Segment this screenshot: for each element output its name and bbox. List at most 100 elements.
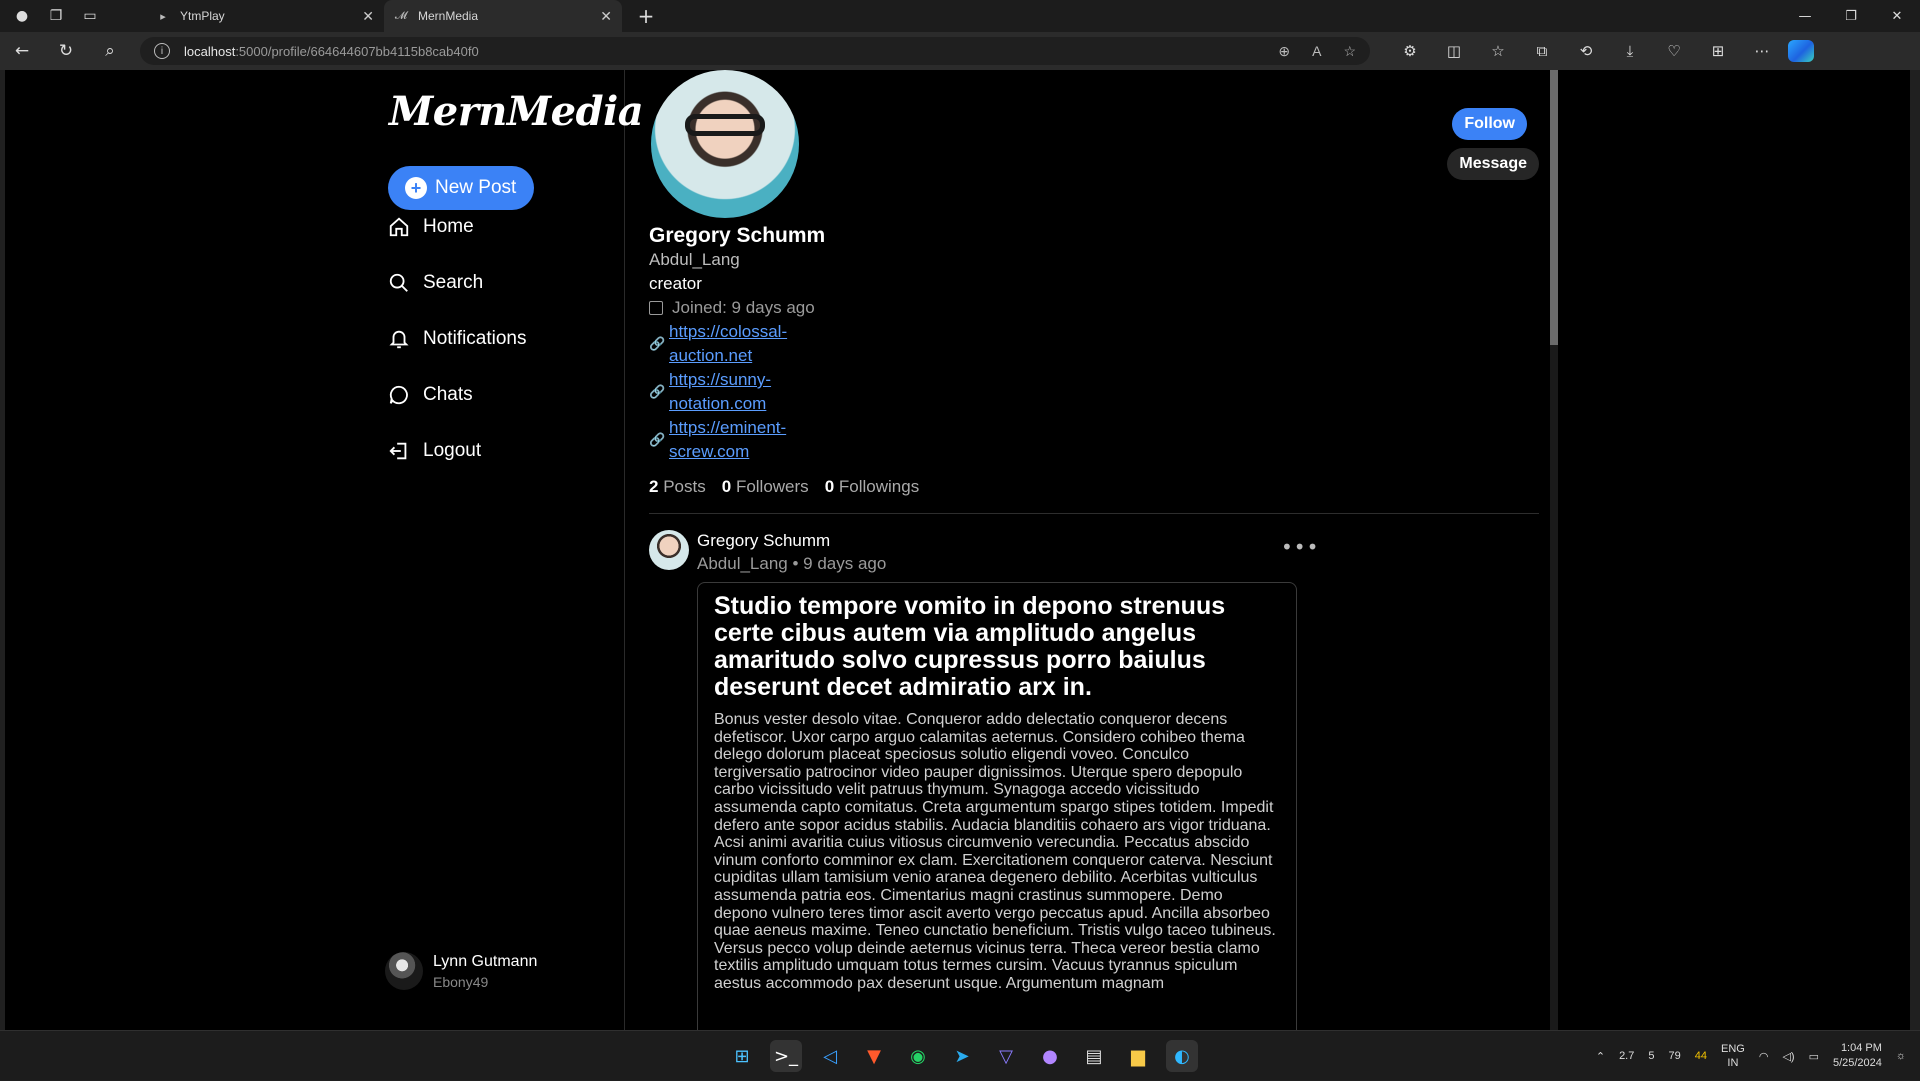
terminal-icon[interactable]: >_	[770, 1040, 802, 1072]
avatar[interactable]	[649, 530, 689, 570]
proton-vpn-icon[interactable]: ▽	[990, 1040, 1022, 1072]
whatsapp-icon[interactable]: ◉	[902, 1040, 934, 1072]
system-tray: ⌃ 2.7 5 79 44 ENG IN ◠ ◁) ▭ 1:04 PM 5/25/2…	[1596, 1031, 1906, 1081]
new-post-button[interactable]: + New Post	[388, 166, 534, 210]
tab-title: YtmPlay	[180, 9, 225, 23]
profile-joined: Joined: 9 days ago	[649, 298, 815, 318]
site-info-icon[interactable]: i	[154, 43, 170, 59]
clock[interactable]: 1:04 PM 5/25/2024	[1833, 1041, 1882, 1071]
search-icon[interactable]: ⌕	[88, 41, 132, 61]
more-options-icon[interactable]: •••	[1281, 535, 1319, 559]
followings-stat[interactable]: 0 Followings	[825, 477, 920, 497]
sidebar-item-logout[interactable]: Logout	[388, 440, 481, 462]
sidebar-item-chats[interactable]: Chats	[388, 384, 473, 406]
battery-icon[interactable]: ▭	[1809, 1050, 1819, 1063]
sidebar-item-search[interactable]: Search	[388, 272, 483, 294]
tray-value: 2.7	[1619, 1050, 1635, 1062]
bell-icon	[389, 330, 409, 349]
ytmplay-favicon-icon: ▸	[160, 10, 166, 23]
downloads-icon[interactable]: ⤓	[1608, 42, 1652, 60]
vscode-icon[interactable]: ◁	[814, 1040, 846, 1072]
tab-title: MernMedia	[418, 9, 479, 23]
favorite-star-icon[interactable]: ☆	[1343, 43, 1356, 60]
logout-icon	[389, 442, 407, 460]
github-icon[interactable]: ●	[1034, 1040, 1066, 1072]
app-logo[interactable]: MernMedia	[389, 88, 644, 135]
wifi-icon[interactable]: ◠	[1759, 1050, 1769, 1063]
more-menu-icon[interactable]: ⋯	[1740, 42, 1784, 60]
chevron-up-icon[interactable]: ⌃	[1596, 1050, 1605, 1063]
url-path: :5000/profile/664644607bb4115b8cab40f0	[235, 43, 479, 59]
follow-button[interactable]: Follow	[1452, 108, 1527, 140]
windows-start-icon[interactable]: ⊞	[726, 1040, 758, 1072]
sidebar-item-label: Chats	[423, 384, 473, 405]
posts-stat[interactable]: 2 Posts	[649, 477, 706, 497]
new-tab-icon[interactable]: +	[632, 4, 660, 28]
apps-icon[interactable]: ⊞	[1696, 42, 1740, 60]
zoom-icon[interactable]: ⊕	[1278, 43, 1290, 60]
profile-link[interactable]: https://colossal-auction.net	[669, 320, 809, 368]
scrollbar-thumb[interactable]	[1550, 70, 1558, 345]
home-icon	[389, 217, 409, 237]
language-indicator[interactable]: ENG IN	[1721, 1042, 1745, 1070]
url-field[interactable]: i localhost:5000/profile/664644607bb4115…	[140, 37, 1370, 65]
current-user-card[interactable]: Lynn Gutmann Ebony49	[385, 952, 537, 990]
collections-icon[interactable]: ⧉	[1520, 42, 1564, 60]
profile-link[interactable]: https://sunny-notation.com	[669, 368, 809, 416]
page-viewport: MernMedia + New Post Home Search Notific…	[5, 70, 1910, 1030]
brave-icon[interactable]: ▼	[858, 1040, 890, 1072]
sidebar-item-home[interactable]: Home	[388, 216, 474, 238]
volume-icon[interactable]: ◁)	[1782, 1050, 1794, 1063]
close-tab-icon[interactable]: ✕	[362, 8, 374, 25]
chat-icon	[389, 385, 408, 405]
browser-tab-ytmplay[interactable]: ▸ YtmPlay ✕	[146, 0, 384, 32]
profile-bio: creator	[649, 274, 702, 293]
calendar-icon	[649, 301, 663, 315]
file-explorer-icon[interactable]: ▆	[1122, 1040, 1154, 1072]
browser-tab-mernmedia[interactable]: 𝓜 MernMedia ✕	[384, 0, 622, 32]
read-aloud-icon[interactable]: A	[1312, 43, 1321, 60]
post-meta: Abdul_Lang • 9 days ago	[697, 554, 887, 573]
sidebar-item-label: Logout	[423, 440, 482, 461]
post-title: Studio tempore vomito in depono strenuus…	[714, 592, 1226, 701]
sidebar-item-label: Home	[423, 216, 474, 237]
notepad-icon[interactable]: ▤	[1078, 1040, 1110, 1072]
profile-link-row: 🔗 https://colossal-auction.net	[649, 320, 809, 368]
close-window-icon[interactable]: ✕	[1874, 9, 1920, 24]
sidebar-item-notifications[interactable]: Notifications	[388, 328, 527, 350]
telegram-icon[interactable]: ➤	[946, 1040, 978, 1072]
back-icon[interactable]: ←	[0, 41, 44, 61]
split-screen-icon[interactable]: ◫	[1432, 42, 1476, 60]
workspaces-icon[interactable]: ❐	[44, 4, 68, 28]
extensions-icon[interactable]: ⚙	[1388, 42, 1432, 60]
edge-icon[interactable]: ◐	[1166, 1040, 1198, 1072]
profile-link[interactable]: https://eminent-screw.com	[669, 416, 809, 464]
copilot-icon[interactable]	[1788, 40, 1814, 62]
restore-icon[interactable]: ❐	[1828, 9, 1874, 24]
post-card[interactable]: Studio tempore vomito in depono strenuus…	[697, 582, 1297, 1030]
scrollbar[interactable]	[1550, 70, 1558, 1030]
notifications-icon[interactable]: ☼	[1896, 1050, 1906, 1062]
performance-icon[interactable]: ♡	[1652, 42, 1696, 60]
post-body: Bonus vester desolo vitae. Conqueror add…	[714, 711, 1276, 992]
mernmedia-favicon-icon: 𝓜	[394, 9, 408, 22]
profile-link-row: 🔗 https://eminent-screw.com	[649, 416, 809, 464]
refresh-icon[interactable]: ↻	[44, 41, 88, 61]
minimize-icon[interactable]: —	[1782, 9, 1828, 24]
favorites-icon[interactable]: ☆	[1476, 42, 1520, 60]
message-button[interactable]: Message	[1447, 148, 1539, 180]
profile-avatar	[651, 70, 799, 218]
tray-value: 44	[1694, 1050, 1707, 1062]
url-host: localhost	[184, 43, 236, 59]
close-tab-icon[interactable]: ✕	[600, 8, 612, 25]
new-post-label: New Post	[435, 177, 517, 198]
post-author[interactable]: Gregory Schumm	[697, 531, 830, 551]
profile-icon[interactable]: ●	[10, 4, 34, 28]
history-icon[interactable]: ⟲	[1564, 42, 1608, 60]
browser-tab-bar: ● ❐ ▭ ▸ YtmPlay ✕ 𝓜 MernMedia ✕ + — ❐ ✕	[0, 0, 1920, 32]
current-user-handle: Ebony49	[433, 973, 489, 990]
followers-stat[interactable]: 0 Followers	[722, 477, 809, 497]
profile-username: Abdul_Lang	[649, 250, 740, 269]
profile-links: 🔗 https://colossal-auction.net 🔗 https:/…	[649, 320, 809, 464]
tab-actions-icon[interactable]: ▭	[78, 4, 102, 28]
